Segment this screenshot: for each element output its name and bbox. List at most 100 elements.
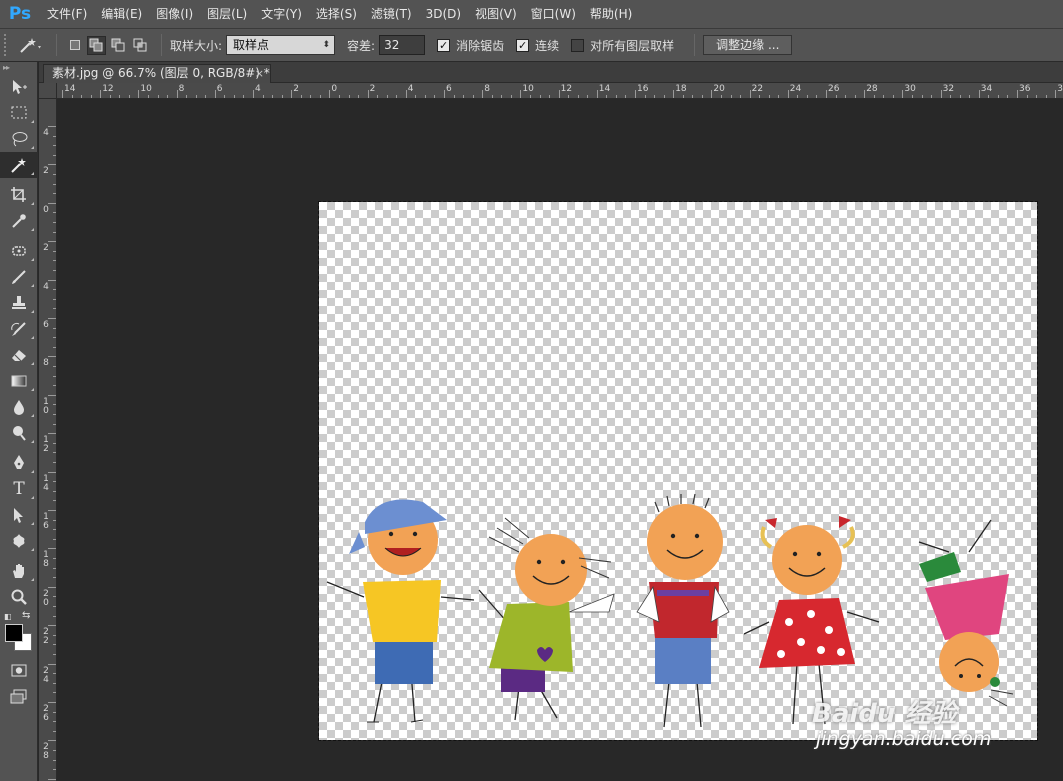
ruler-minor-tick	[701, 95, 703, 98]
menu-type[interactable]: 文字(Y)	[254, 0, 309, 28]
ruler-minor-tick	[53, 212, 56, 214]
clone-stamp-tool[interactable]	[0, 290, 38, 316]
ruler-minor-tick	[348, 95, 350, 98]
move-tool[interactable]	[0, 74, 38, 100]
menu-3d[interactable]: 3D(D)	[419, 0, 468, 28]
menu-image[interactable]: 图像(I)	[149, 0, 200, 28]
hand-tool[interactable]	[0, 558, 38, 584]
watermark-url: jingyan.baidu.com	[816, 728, 992, 750]
anti-alias-checkbox[interactable]: ✓	[437, 38, 451, 52]
sample-all-layers-option[interactable]: 对所有图层取样	[571, 37, 674, 54]
blur-tool[interactable]	[0, 394, 38, 420]
menu-window[interactable]: 窗口(W)	[524, 0, 583, 28]
close-tab-icon[interactable]: ×	[255, 65, 264, 82]
subtract-from-selection-button[interactable]	[109, 36, 128, 55]
tolerance-label: 容差:	[347, 38, 376, 53]
anti-alias-option[interactable]: ✓ 消除锯齿	[437, 37, 504, 54]
quick-mask-button[interactable]	[0, 658, 38, 684]
dodge-tool[interactable]	[0, 420, 38, 446]
gradient-tool[interactable]	[0, 368, 38, 394]
foreground-color-swatch[interactable]	[5, 624, 23, 642]
ruler-tick	[787, 90, 789, 98]
ruler-minor-tick	[1036, 95, 1038, 98]
magic-wand-icon	[11, 158, 26, 173]
ruler-label: 2	[43, 166, 49, 177]
ruler-minor-tick	[53, 154, 56, 156]
ruler-label: 24	[789, 84, 802, 94]
blur-icon	[14, 400, 24, 415]
ruler-minor-tick	[90, 95, 92, 98]
ruler-origin[interactable]	[39, 83, 57, 99]
panel-collapse-icon[interactable]: ▸▸	[0, 62, 37, 74]
ruler-tick	[62, 90, 63, 98]
menu-select[interactable]: 选择(S)	[309, 0, 364, 28]
ruler-minor-tick	[53, 193, 56, 195]
history-brush-tool[interactable]	[0, 316, 38, 342]
add-to-selection-button[interactable]	[87, 35, 106, 55]
ruler-minor-tick	[157, 95, 159, 98]
healing-brush-tool[interactable]	[0, 238, 38, 264]
horizontal-ruler[interactable]: 14 12 10 8 6 4 2 0 2 4 6 8 10 12 14 16 18 20 22 24 26 28 30 32 3…	[57, 83, 1063, 99]
marquee-tool[interactable]	[0, 100, 38, 126]
ruler-minor-tick	[53, 615, 56, 617]
path-selection-tool[interactable]	[0, 502, 38, 528]
ruler-minor-tick	[377, 95, 379, 98]
ruler-label: 0	[43, 204, 49, 215]
brush-tool[interactable]	[0, 264, 38, 290]
ruler-minor-tick	[272, 95, 274, 98]
menu-view[interactable]: 视图(V)	[468, 0, 524, 28]
document-tab[interactable]: 素材.jpg @ 66.7% (图层 0, RGB/8#) * ×	[43, 64, 271, 83]
swap-colors-icon[interactable]: ⇆	[22, 610, 30, 621]
kid-figure-5	[918, 519, 1014, 707]
magic-wand-tool[interactable]	[0, 152, 38, 178]
crop-tool[interactable]	[0, 182, 38, 208]
eyedropper-tool[interactable]	[0, 208, 38, 234]
subtract-selection-icon	[111, 38, 125, 51]
tool-flyout-indicator	[31, 548, 34, 551]
kid-figure-3	[636, 493, 730, 728]
ruler-minor-tick	[692, 95, 694, 98]
ruler-minor-tick	[147, 95, 149, 98]
ruler-minor-tick	[539, 95, 541, 98]
intersect-selection-button[interactable]	[131, 36, 150, 55]
ruler-minor-tick	[81, 95, 83, 98]
tolerance-input[interactable]: 32	[379, 35, 426, 55]
sample-all-layers-checkbox[interactable]	[571, 38, 585, 52]
lasso-tool[interactable]	[0, 126, 38, 152]
document-workspace[interactable]	[57, 99, 1063, 781]
contiguous-checkbox[interactable]: ✓	[516, 38, 530, 52]
menu-edit[interactable]: 编辑(E)	[94, 0, 149, 28]
menu-filter[interactable]: 滤镜(T)	[364, 0, 419, 28]
ruler-tick	[405, 90, 407, 98]
screen-mode-button[interactable]	[0, 684, 38, 710]
sample-size-select[interactable]: 取样点 ⬍	[226, 35, 336, 55]
refine-edge-button[interactable]: 调整边缘 ...	[703, 35, 793, 55]
type-tool[interactable]: T	[0, 476, 38, 502]
ruler-minor-tick	[53, 462, 56, 463]
shape-icon	[13, 534, 25, 548]
tool-preset-picker[interactable]	[14, 33, 48, 57]
menu-layer[interactable]: 图层(L)	[200, 0, 254, 28]
ruler-minor-tick	[262, 95, 264, 98]
ruler-minor-tick	[53, 558, 56, 559]
ruler-minor-tick	[53, 673, 56, 675]
ruler-minor-tick	[921, 95, 923, 98]
vertical-ruler[interactable]: 4202468101214161820222426283	[39, 99, 57, 781]
shape-tool[interactable]	[0, 528, 38, 554]
ruler-minor-tick	[806, 95, 808, 98]
default-colors-icon[interactable]: ◧	[4, 612, 12, 621]
zoom-tool[interactable]	[0, 584, 38, 610]
contiguous-option[interactable]: ✓ 连续	[516, 37, 559, 54]
image-canvas[interactable]	[318, 201, 1038, 741]
options-grip[interactable]	[4, 34, 14, 56]
new-selection-button[interactable]	[65, 36, 84, 55]
ruler-minor-tick	[845, 95, 847, 98]
pen-tool[interactable]	[0, 450, 38, 476]
sample-all-layers-label: 对所有图层取样	[590, 38, 675, 53]
eraser-tool[interactable]	[0, 342, 38, 368]
ruler-minor-tick	[663, 95, 665, 98]
ruler-tick	[48, 318, 56, 319]
menu-file[interactable]: 文件(F)	[40, 0, 94, 28]
ruler-label: 28	[866, 84, 878, 94]
menu-help[interactable]: 帮助(H)	[583, 0, 639, 28]
